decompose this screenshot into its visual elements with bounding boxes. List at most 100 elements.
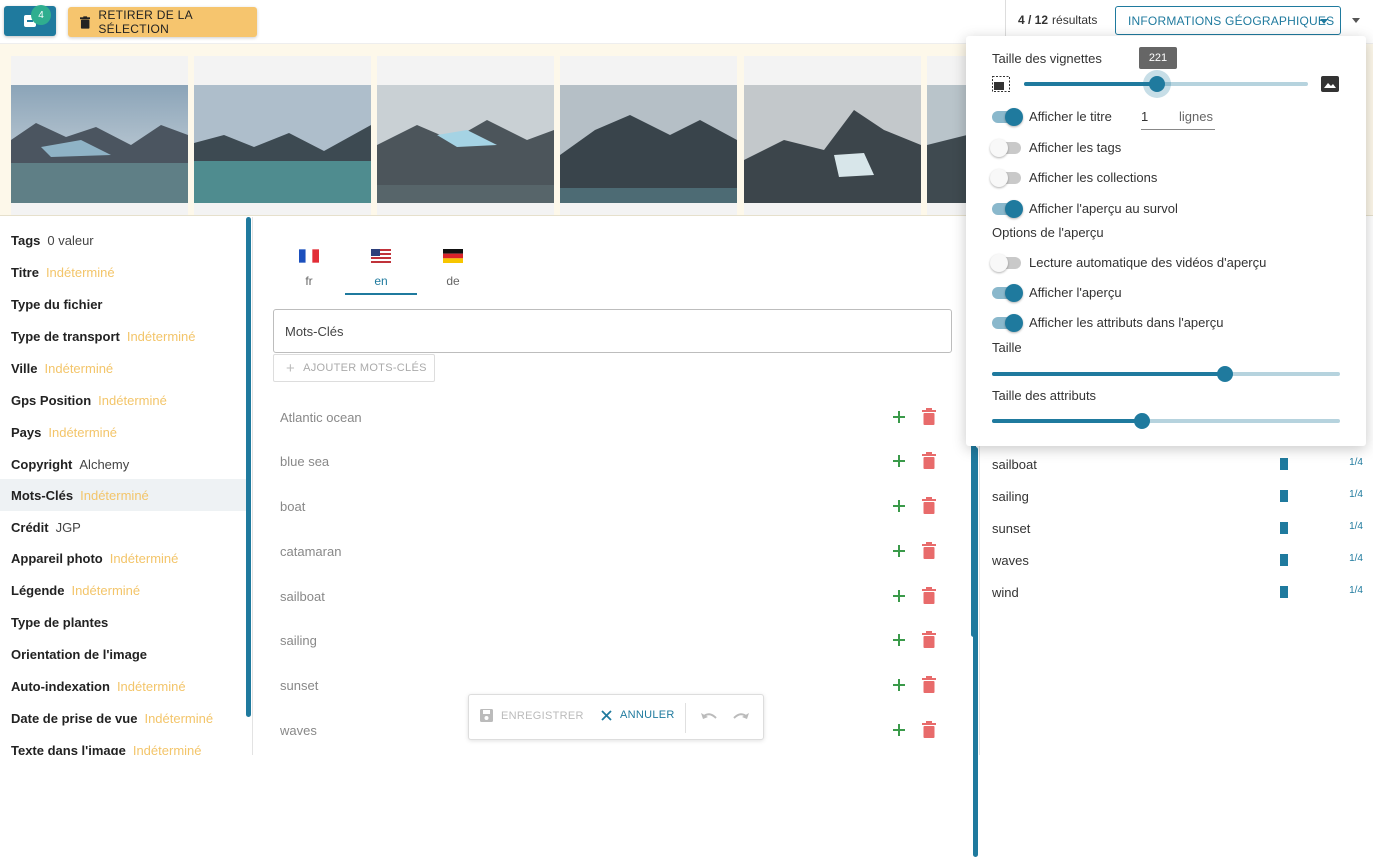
attribute-row[interactable]: Auto-indexation Indéterminé: [0, 670, 246, 702]
title-lines-input[interactable]: 1 lignes: [1141, 106, 1215, 130]
add-keyword-icon[interactable]: [890, 452, 908, 470]
keyword-stat-label: sailboat: [992, 456, 1037, 472]
keyword-label: waves: [280, 722, 317, 738]
keyword-stat-label: wind: [992, 584, 1019, 600]
keyword-label: sailing: [280, 632, 317, 648]
toggle-knob: [1005, 108, 1023, 126]
delete-keyword-icon[interactable]: [922, 452, 936, 469]
attributes-scrollbar[interactable]: [246, 217, 251, 717]
undo-icon[interactable]: [699, 709, 719, 725]
basket-button[interactable]: 4: [4, 5, 56, 36]
keyword-stat-count: 1/4: [1349, 489, 1363, 500]
keyword-row: catamaran: [280, 536, 942, 566]
attribute-row[interactable]: Date de prise de vue Indéterminé: [0, 702, 246, 734]
add-keyword-icon[interactable]: [890, 676, 908, 694]
toggle-knob: [990, 169, 1008, 187]
more-options-caret-icon[interactable]: [1352, 18, 1360, 23]
remove-from-selection-button[interactable]: RETIRER DE LA SÉLECTION: [68, 7, 257, 37]
show-collections-toggle[interactable]: [990, 169, 1021, 187]
keyword-label: sunset: [280, 677, 319, 693]
delete-keyword-icon[interactable]: [922, 497, 936, 514]
delete-keyword-icon[interactable]: [922, 631, 936, 648]
large-image-icon: [1321, 76, 1339, 92]
preview-size-thumb[interactable]: [1217, 366, 1234, 382]
lang-tab-label: de: [446, 274, 460, 288]
attribute-row[interactable]: Gps Position Indéterminé: [0, 384, 246, 416]
add-keyword-button[interactable]: + AJOUTER MOTS-CLÉS: [273, 354, 435, 382]
show-attrs-toggle[interactable]: [992, 314, 1023, 332]
keyword-stat-bar: [1280, 522, 1288, 534]
delete-keyword-icon[interactable]: [922, 676, 936, 693]
geo-info-dropdown-button[interactable]: INFORMATIONS GÉOGRAPHIQUES: [1115, 6, 1341, 35]
attribute-value: Indéterminé: [71, 582, 141, 598]
attribute-row[interactable]: Type du fichier: [0, 288, 246, 320]
preview-size-slider[interactable]: [992, 366, 1340, 382]
german-flag-icon: [443, 249, 463, 263]
delete-keyword-icon[interactable]: [922, 408, 936, 425]
divider: [685, 703, 686, 733]
keyword-stat-row[interactable]: waves 1/4: [992, 545, 1367, 575]
add-keyword-icon[interactable]: [890, 408, 908, 426]
keywords-input[interactable]: Mots-Clés: [273, 309, 952, 353]
add-keyword-icon[interactable]: [890, 497, 908, 515]
attribute-name: Pays: [11, 424, 42, 440]
show-title-label: Afficher le titre: [1029, 109, 1112, 124]
show-preview-toggle[interactable]: [992, 284, 1023, 302]
thumb-size-slider[interactable]: [1024, 76, 1308, 92]
add-keyword-icon[interactable]: [890, 721, 908, 739]
thumbnail[interactable]: [11, 56, 188, 215]
thumbnail[interactable]: [194, 56, 371, 215]
keyword-label: sailboat: [280, 588, 325, 604]
thumbnail[interactable]: [560, 56, 737, 215]
attr-size-thumb[interactable]: [1133, 413, 1150, 429]
thumb-size-thumb[interactable]: [1149, 76, 1166, 92]
autoplay-toggle[interactable]: [990, 254, 1021, 272]
delete-keyword-icon[interactable]: [922, 587, 936, 604]
results-label: résultats: [1052, 13, 1098, 27]
save-button[interactable]: ENREGISTRER: [480, 709, 584, 722]
glacier-landscape-image: [194, 85, 371, 203]
attribute-value: Indéterminé: [144, 710, 214, 726]
attribute-row[interactable]: Pays Indéterminé: [0, 416, 246, 448]
add-keyword-icon[interactable]: [890, 542, 908, 560]
attribute-row[interactable]: Légende Indéterminé: [0, 574, 246, 606]
attribute-row[interactable]: Ville Indéterminé: [0, 352, 246, 384]
keyword-stat-row[interactable]: sailboat 1/4: [992, 449, 1367, 479]
keyword-stat-row[interactable]: sailing 1/4: [992, 481, 1367, 511]
attribute-name: Copyright: [11, 456, 73, 472]
lang-tab-en[interactable]: en: [345, 247, 417, 295]
attribute-row[interactable]: Titre Indéterminé: [0, 256, 246, 288]
show-tags-label: Afficher les tags: [1029, 140, 1122, 155]
show-tags-toggle[interactable]: [990, 139, 1021, 157]
stats-scrollbar[interactable]: [973, 447, 978, 857]
save-label: ENREGISTRER: [501, 709, 584, 722]
attribute-row[interactable]: Tags 0 valeur: [0, 224, 246, 256]
cancel-button[interactable]: ANNULER: [601, 709, 675, 721]
glacier-landscape-image: [744, 85, 921, 203]
attribute-row[interactable]: Orientation de l'image: [0, 638, 246, 670]
lang-tab-de[interactable]: de: [417, 247, 489, 295]
redo-icon[interactable]: [731, 709, 751, 725]
attribute-row[interactable]: Crédit JGP: [0, 511, 246, 543]
attribute-row[interactable]: Type de plantes: [0, 606, 246, 638]
add-keyword-icon[interactable]: [890, 631, 908, 649]
keyword-stat-row[interactable]: wind 1/4: [992, 577, 1367, 607]
show-title-toggle[interactable]: [992, 108, 1023, 126]
thumbnail[interactable]: [377, 56, 554, 215]
thumbnail[interactable]: [744, 56, 921, 215]
delete-keyword-icon[interactable]: [922, 542, 936, 559]
keyword-stat-label: waves: [992, 552, 1029, 568]
attribute-row[interactable]: Appareil photo Indéterminé: [0, 542, 246, 574]
remove-from-selection-label: RETIRER DE LA SÉLECTION: [98, 8, 193, 36]
attr-size-slider[interactable]: [992, 413, 1340, 429]
add-keyword-icon[interactable]: [890, 587, 908, 605]
show-hover-preview-toggle[interactable]: [992, 200, 1023, 218]
attribute-row-selected[interactable]: Mots-Clés Indéterminé: [0, 479, 246, 511]
preview-options-heading: Options de l'aperçu: [992, 225, 1104, 240]
keyword-stat-row[interactable]: sunset 1/4: [992, 513, 1367, 543]
lang-tab-fr[interactable]: fr: [273, 247, 345, 295]
attribute-row[interactable]: Copyright Alchemy: [0, 448, 246, 480]
delete-keyword-icon[interactable]: [922, 721, 936, 738]
attribute-row[interactable]: Type de transport Indéterminé: [0, 320, 246, 352]
attribute-row[interactable]: Texte dans l'image Indéterminé: [0, 734, 246, 756]
